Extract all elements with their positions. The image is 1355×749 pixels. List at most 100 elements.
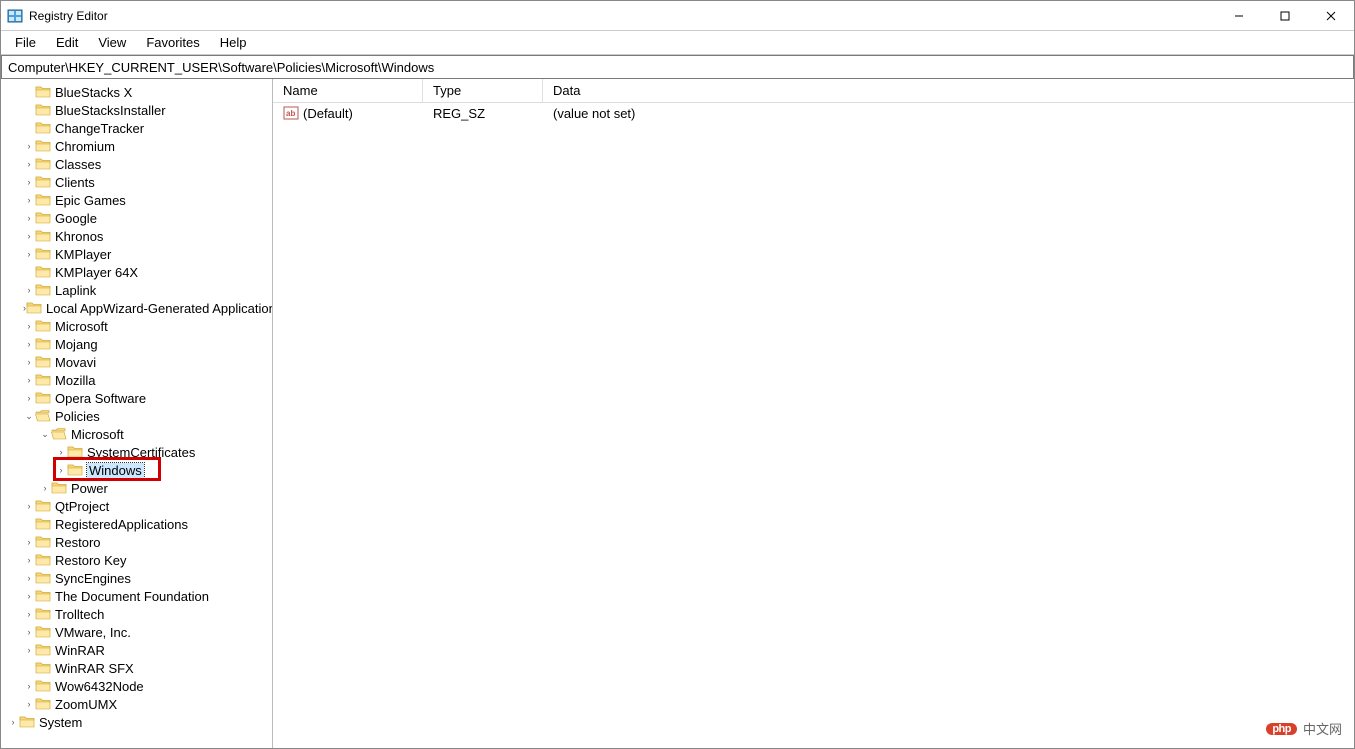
chevron-right-icon[interactable]: › <box>55 447 67 457</box>
chevron-right-icon[interactable]: › <box>23 501 35 511</box>
chevron-right-icon[interactable]: › <box>23 177 35 187</box>
tree-pane: ›BlueStacks X›BlueStacksInstaller›Change… <box>1 79 273 748</box>
chevron-right-icon[interactable]: › <box>23 627 35 637</box>
chevron-down-icon[interactable]: ⌄ <box>23 411 35 422</box>
values-body: ab(Default)REG_SZ(value not set) <box>273 103 1354 123</box>
reg-sz-icon: ab <box>283 106 299 120</box>
tree-item[interactable]: ›WinRAR SFX <box>1 659 272 677</box>
folder-icon <box>67 445 83 459</box>
tree-item[interactable]: ›Movavi <box>1 353 272 371</box>
tree-item-label: ChangeTracker <box>55 121 144 136</box>
chevron-right-icon[interactable]: › <box>23 231 35 241</box>
chevron-right-icon[interactable]: › <box>7 717 19 727</box>
tree-item[interactable]: ›RegisteredApplications <box>1 515 272 533</box>
tree-item[interactable]: ›Khronos <box>1 227 272 245</box>
tree-item-label: WinRAR <box>55 643 105 658</box>
column-header-data[interactable]: Data <box>543 79 1354 102</box>
menu-file[interactable]: File <box>5 33 46 52</box>
chevron-right-icon[interactable]: › <box>23 213 35 223</box>
chevron-right-icon[interactable]: › <box>23 249 35 259</box>
tree-item-label: Power <box>71 481 108 496</box>
tree-item[interactable]: › WinRAR <box>1 641 272 659</box>
folder-icon <box>35 355 51 369</box>
chevron-right-icon[interactable]: › <box>23 609 35 619</box>
tree-item[interactable]: ⌄Microsoft <box>1 425 272 443</box>
tree-item[interactable]: › Laplink <box>1 281 272 299</box>
tree-item[interactable]: ›SystemCertificates <box>1 443 272 461</box>
folder-icon <box>35 409 51 423</box>
folder-icon <box>35 697 51 711</box>
tree-item-label: Trolltech <box>55 607 104 622</box>
minimize-button[interactable] <box>1216 1 1262 31</box>
chevron-right-icon[interactable]: › <box>39 483 51 493</box>
tree-item-label: SyncEngines <box>55 571 131 586</box>
chevron-right-icon[interactable]: › <box>23 573 35 583</box>
tree-item[interactable]: ›The Document Foundation <box>1 587 272 605</box>
tree-item[interactable]: ›KMPlayer 64X <box>1 263 272 281</box>
chevron-right-icon[interactable]: › <box>23 393 35 403</box>
tree-item[interactable]: › Power <box>1 479 272 497</box>
chevron-right-icon[interactable]: › <box>23 285 35 295</box>
tree-item-label: Mojang <box>55 337 98 352</box>
chevron-right-icon[interactable]: › <box>55 465 67 475</box>
chevron-right-icon[interactable]: › <box>23 699 35 709</box>
chevron-right-icon[interactable]: › <box>23 357 35 367</box>
value-row[interactable]: ab(Default)REG_SZ(value not set) <box>273 103 1354 123</box>
tree-item[interactable]: ›BlueStacks X <box>1 83 272 101</box>
close-button[interactable] <box>1308 1 1354 31</box>
folder-icon <box>35 625 51 639</box>
tree-item[interactable]: ›Wow6432Node <box>1 677 272 695</box>
chevron-right-icon[interactable]: › <box>23 141 35 151</box>
tree-item[interactable]: ›Restoro <box>1 533 272 551</box>
chevron-right-icon[interactable]: › <box>23 591 35 601</box>
tree-item[interactable]: ›VMware, Inc. <box>1 623 272 641</box>
values-pane: Name Type Data ab(Default)REG_SZ(value n… <box>273 79 1354 748</box>
tree-item-label: Mozilla <box>55 373 95 388</box>
tree-item[interactable]: ›BlueStacksInstaller <box>1 101 272 119</box>
chevron-right-icon[interactable]: › <box>23 555 35 565</box>
tree-item[interactable]: ›System <box>1 713 272 731</box>
tree-item[interactable]: › Mojang <box>1 335 272 353</box>
tree-item[interactable]: › SyncEngines <box>1 569 272 587</box>
tree-item[interactable]: ›Classes <box>1 155 272 173</box>
tree-scroll[interactable]: ›BlueStacks X›BlueStacksInstaller›Change… <box>1 79 272 748</box>
chevron-right-icon[interactable]: › <box>23 339 35 349</box>
titlebar[interactable]: Registry Editor <box>1 1 1354 31</box>
maximize-button[interactable] <box>1262 1 1308 31</box>
tree-item[interactable]: › KMPlayer <box>1 245 272 263</box>
tree-item[interactable]: ›Google <box>1 209 272 227</box>
tree-item[interactable]: ›ZoomUMX <box>1 695 272 713</box>
chevron-right-icon[interactable]: › <box>23 537 35 547</box>
menu-edit[interactable]: Edit <box>46 33 88 52</box>
column-header-type[interactable]: Type <box>423 79 543 102</box>
chevron-right-icon[interactable]: › <box>23 375 35 385</box>
chevron-right-icon[interactable]: › <box>23 195 35 205</box>
menu-favorites[interactable]: Favorites <box>136 33 209 52</box>
tree-item[interactable]: ›Opera Software <box>1 389 272 407</box>
address-bar[interactable]: Computer\HKEY_CURRENT_USER\Software\Poli… <box>1 55 1354 79</box>
tree-item-label: RegisteredApplications <box>55 517 188 532</box>
tree-item-label: Laplink <box>55 283 96 298</box>
chevron-right-icon[interactable]: › <box>23 321 35 331</box>
tree-item[interactable]: ›Microsoft <box>1 317 272 335</box>
tree-item[interactable]: ›QtProject <box>1 497 272 515</box>
chevron-right-icon[interactable]: › <box>23 645 35 655</box>
tree-item-label: Restoro Key <box>55 553 127 568</box>
tree-item[interactable]: › Mozilla <box>1 371 272 389</box>
tree-item[interactable]: ›Epic Games <box>1 191 272 209</box>
tree-item[interactable]: ›Chromium <box>1 137 272 155</box>
tree-item[interactable]: › Trolltech <box>1 605 272 623</box>
tree-item[interactable]: ⌄Policies <box>1 407 272 425</box>
tree-item-label: KMPlayer <box>55 247 111 262</box>
column-header-name[interactable]: Name <box>273 79 423 102</box>
chevron-down-icon[interactable]: ⌄ <box>39 429 51 440</box>
tree-item[interactable]: ›Clients <box>1 173 272 191</box>
tree-item[interactable]: ›Local AppWizard-Generated Applications <box>1 299 272 317</box>
chevron-right-icon[interactable]: › <box>23 159 35 169</box>
tree-item[interactable]: ›ChangeTracker <box>1 119 272 137</box>
chevron-right-icon[interactable]: › <box>23 681 35 691</box>
tree-item[interactable]: ›Windows <box>1 461 272 479</box>
menu-help[interactable]: Help <box>210 33 257 52</box>
tree-item[interactable]: › Restoro Key <box>1 551 272 569</box>
menu-view[interactable]: View <box>88 33 136 52</box>
